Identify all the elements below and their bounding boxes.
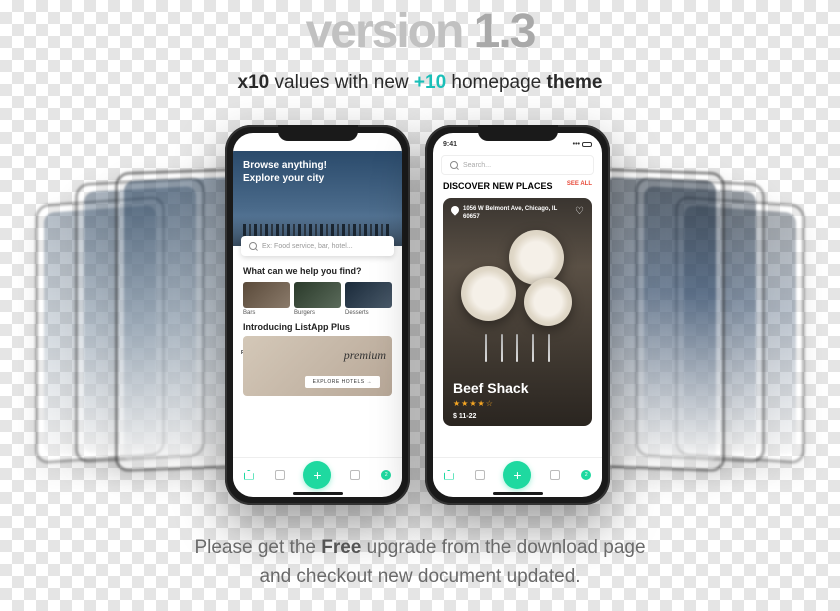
category-row: Bars Burgers Desserts (233, 278, 402, 320)
bookmark-icon (350, 470, 360, 480)
category-burgers[interactable]: Burgers (294, 282, 341, 316)
inbox-icon (475, 470, 485, 480)
discover-header: DISCOVER NEW PLACES SEE ALL (433, 181, 602, 192)
premium-label: premium (344, 348, 386, 363)
discover-title: DISCOVER NEW PLACES (443, 181, 553, 192)
plate (461, 266, 516, 321)
plate (509, 230, 564, 285)
intro-title: Introducing ListApp Plus (233, 320, 402, 334)
tagline-x10: x10 (238, 72, 270, 93)
nav-add-button[interactable]: + (303, 461, 331, 489)
badge: 2 (581, 470, 591, 480)
search-placeholder: Search... (463, 162, 491, 169)
battery-icon (382, 142, 392, 147)
search-icon (249, 242, 257, 250)
bottom-nav: + 2 (433, 457, 602, 491)
explore-hotels-button[interactable]: EXPLORE HOTELS → (305, 376, 380, 388)
nav-notifications[interactable]: 2 (578, 467, 594, 483)
version-title: version 1.3 (0, 4, 840, 59)
phone-mockup-right: 9:41 ••• Search... DISCOVER NEW PLACES S… (425, 125, 610, 505)
pin-icon (449, 204, 460, 215)
tagline: x10 values with new +10 homepage theme (0, 72, 840, 94)
place-card[interactable]: 1056 W Belmont Ave, Chicago, IL 60657 ♡ … (443, 198, 592, 426)
search-placeholder: Ex: Food service, bar, hotel... (262, 243, 353, 250)
version-number: 1.3 (474, 5, 535, 58)
search-input[interactable]: Search... (441, 155, 594, 175)
category-desserts[interactable]: Desserts (345, 282, 392, 316)
battery-icon (582, 142, 592, 147)
screen-left: 9:41 ••• Browse anything! Explore your c… (233, 133, 402, 497)
hero-title-2: Explore your city (243, 172, 392, 185)
heart-icon[interactable]: ♡ (575, 206, 584, 217)
inbox-icon (275, 470, 285, 480)
hero-banner: Browse anything! Explore your city (233, 151, 402, 246)
home-icon (444, 470, 454, 480)
category-bars[interactable]: Bars (243, 282, 290, 316)
nav-inbox[interactable] (272, 467, 288, 483)
home-indicator (293, 492, 343, 495)
plus-icon: + (313, 467, 321, 483)
food-image (451, 230, 584, 330)
version-prefix: version (306, 5, 463, 58)
plate (524, 278, 572, 326)
category-image (243, 282, 290, 308)
category-image (345, 282, 392, 308)
nav-inbox[interactable] (472, 467, 488, 483)
card-address: 1056 W Belmont Ave, Chicago, IL 60657 (451, 206, 572, 222)
status-time: 9:41 (443, 141, 457, 148)
see-all-link[interactable]: SEE ALL (567, 181, 592, 187)
home-indicator (493, 492, 543, 495)
phone-mockup-left: 9:41 ••• Browse anything! Explore your c… (225, 125, 410, 505)
screen-right: 9:41 ••• Search... DISCOVER NEW PLACES S… (433, 133, 602, 497)
hero-title-1: Browse anything! (243, 159, 392, 172)
nav-bookmark[interactable] (347, 467, 363, 483)
footer-text: Please get the Free upgrade from the dow… (0, 534, 840, 591)
rating-stars: ★★★★☆ (453, 399, 494, 408)
phone-notch (478, 125, 558, 141)
intro-image: premium EXPLORE HOTELS → (243, 336, 392, 396)
bookmark-icon (550, 470, 560, 480)
free-label: Free (321, 537, 361, 558)
signal-icon: ••• (373, 141, 380, 148)
price-range: $ 11-22 (453, 413, 476, 420)
intro-card[interactable]: PASTA SISTERS premium EXPLORE HOTELS → (233, 334, 402, 398)
nav-add-button[interactable]: + (503, 461, 531, 489)
bottom-nav: + 2 (233, 457, 402, 491)
nav-notifications[interactable]: 2 (378, 467, 394, 483)
phone-notch (278, 125, 358, 141)
phone-mockups: 9:41 ••• Browse anything! Explore your c… (0, 120, 840, 515)
search-icon (450, 161, 458, 169)
badge: 2 (381, 470, 391, 480)
ghost-phone (595, 168, 725, 473)
home-icon (244, 470, 254, 480)
place-name: Beef Shack (453, 380, 528, 396)
section-title: What can we help you find? (233, 264, 402, 278)
nav-home[interactable] (441, 467, 457, 483)
category-image (294, 282, 341, 308)
cutlery (478, 334, 557, 364)
tagline-plus10: +10 (414, 72, 446, 93)
search-input[interactable]: Ex: Food service, bar, hotel... (241, 236, 394, 256)
nav-bookmark[interactable] (547, 467, 563, 483)
signal-icon: ••• (573, 141, 580, 148)
nav-home[interactable] (241, 467, 257, 483)
plus-icon: + (513, 467, 521, 483)
status-time: 9:41 (243, 141, 257, 148)
